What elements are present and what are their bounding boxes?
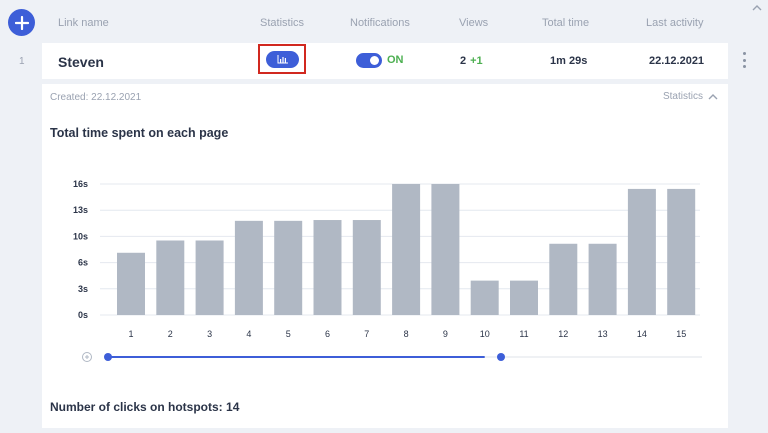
bar	[195, 240, 224, 315]
bar	[117, 252, 145, 315]
add-link-button[interactable]	[8, 9, 35, 36]
x-tick-label: 10	[480, 329, 490, 339]
bar-chart-icon	[277, 55, 288, 64]
header-link-name[interactable]: Link name	[58, 17, 109, 29]
x-tick-label: 11	[519, 329, 528, 339]
statistics-highlight-frame	[258, 44, 306, 74]
y-tick-label: 10s	[73, 231, 88, 241]
header-notifications[interactable]: Notifications	[350, 17, 410, 29]
statistics-panel: Created: 22.12.2021 Statistics Total tim…	[42, 84, 728, 428]
bar	[156, 240, 185, 315]
hotspot-clicks-label: Number of clicks on hotspots:	[50, 400, 223, 414]
header-last-activity[interactable]: Last activity	[646, 17, 703, 29]
bar	[667, 188, 696, 315]
chevron-up-icon[interactable]	[751, 3, 763, 13]
range-handle-start	[104, 353, 112, 361]
header-views[interactable]: Views	[459, 17, 488, 29]
views-value: 2 +1	[460, 55, 483, 67]
x-tick-label: 4	[246, 329, 251, 339]
bar	[627, 188, 656, 315]
x-tick-label: 14	[637, 329, 647, 339]
bar	[234, 220, 263, 315]
views-delta: +1	[470, 55, 483, 67]
x-tick-label: 15	[676, 329, 686, 339]
total-time-value: 1m 29s	[550, 55, 588, 67]
toggle-knob	[370, 56, 379, 65]
bar	[352, 220, 381, 315]
x-tick-label: 6	[325, 329, 330, 339]
link-name: Steven	[58, 54, 104, 70]
bar	[392, 184, 421, 315]
statistics-button[interactable]	[266, 51, 299, 68]
x-tick-label: 9	[443, 329, 448, 339]
y-tick-label: 3s	[78, 284, 88, 294]
x-tick-label: 3	[207, 329, 212, 339]
more-vertical-icon[interactable]	[741, 52, 747, 68]
y-tick-label: 0s	[78, 310, 88, 320]
x-tick-label: 7	[364, 329, 369, 339]
x-tick-label: 5	[286, 329, 291, 339]
table-row[interactable]: Steven ON 2 +1 1m 29s 22.12.2021	[42, 43, 728, 79]
plus-icon	[14, 15, 29, 30]
header-total-time[interactable]: Total time	[542, 17, 589, 29]
notifications-state: ON	[387, 54, 404, 66]
x-tick-label: 13	[598, 329, 608, 339]
bar	[588, 243, 617, 315]
range-handle-end	[497, 353, 505, 361]
hotspot-clicks-value: 14	[226, 400, 240, 414]
row-index: 1	[19, 56, 25, 67]
bar	[274, 220, 303, 315]
bar	[431, 184, 460, 315]
x-tick-label: 1	[128, 329, 133, 339]
bar	[470, 280, 499, 315]
bar	[313, 220, 342, 315]
y-tick-label: 13s	[73, 205, 88, 215]
hotspot-clicks: Number of clicks on hotspots: 14	[50, 400, 239, 414]
y-tick-label: 16s	[73, 179, 88, 189]
last-activity-value: 22.12.2021	[649, 55, 705, 67]
time-per-page-chart: 0s3s6s10s13s16s1 2 3 4 5 6 7 8 9 10 11 12 13 14 15	[73, 179, 702, 362]
zoom-plus-mark	[85, 355, 89, 359]
notifications-toggle[interactable]	[356, 53, 382, 68]
header-statistics[interactable]: Statistics	[260, 17, 304, 29]
y-tick-label: 6s	[78, 258, 88, 268]
x-tick-label: 2	[168, 329, 173, 339]
views-count: 2	[460, 55, 467, 67]
x-tick-label: 12	[558, 329, 568, 339]
bar	[510, 280, 538, 315]
bar	[549, 243, 578, 315]
x-tick-label: 8	[404, 329, 409, 339]
